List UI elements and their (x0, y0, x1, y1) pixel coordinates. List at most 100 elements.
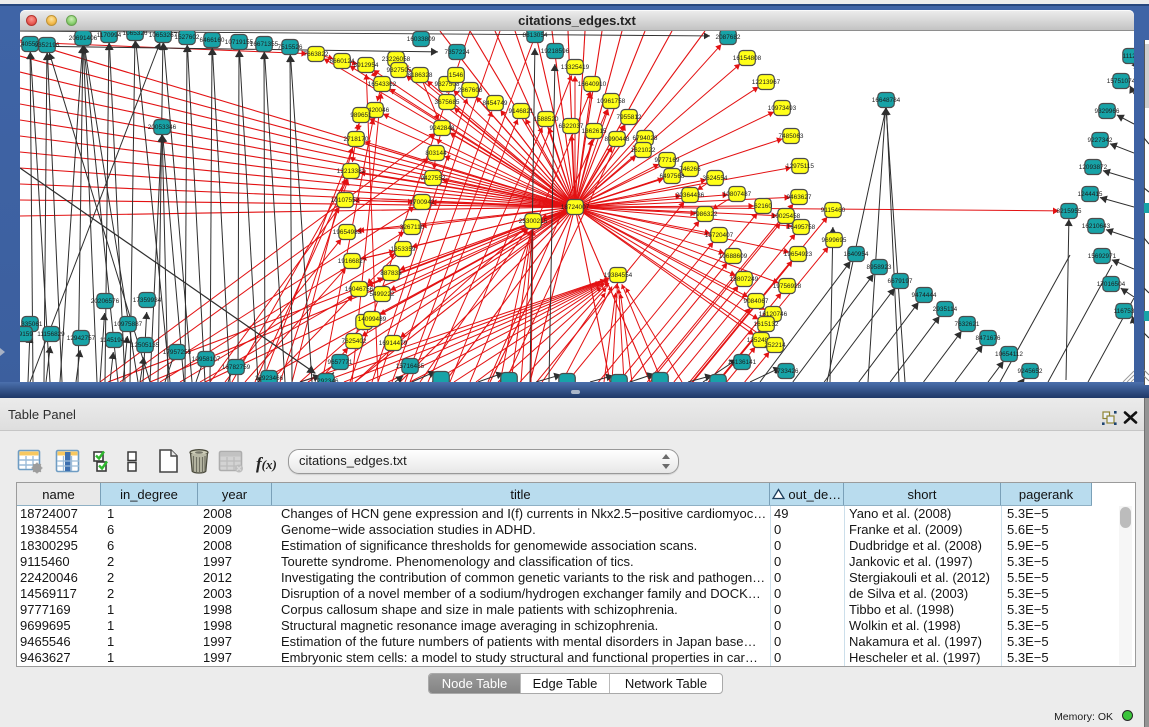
svg-text:19218596: 19218596 (541, 48, 570, 55)
svg-text:19166827: 19166827 (338, 258, 367, 265)
svg-text:1353359: 1353359 (391, 246, 416, 253)
svg-text:13325419: 13325419 (561, 64, 590, 71)
svg-text:8454749: 8454749 (483, 100, 508, 107)
svg-text:10688609: 10688609 (719, 253, 748, 260)
svg-text:2935114: 2935114 (933, 306, 958, 313)
svg-text:6679197: 6679197 (888, 278, 913, 285)
svg-text:18724007: 18724007 (561, 204, 590, 211)
svg-text:7625402: 7625402 (342, 338, 367, 345)
svg-text:9352196: 9352196 (35, 42, 60, 49)
svg-text:8471676: 8471676 (976, 335, 1001, 342)
svg-text:7357224: 7357224 (445, 49, 470, 56)
svg-text:12213382: 12213382 (337, 168, 366, 175)
svg-text:8813054: 8813054 (523, 32, 548, 39)
svg-text:1640954: 1640954 (844, 251, 869, 258)
svg-text:8912954: 8912954 (354, 62, 379, 69)
svg-text:19756928: 19756928 (773, 283, 802, 290)
svg-text:1065326: 1065326 (123, 31, 148, 37)
svg-text:6322037: 6322037 (559, 123, 584, 130)
svg-text:9245652: 9245652 (1018, 368, 1043, 375)
svg-text:12093872: 12093872 (1079, 164, 1108, 171)
svg-text:746266: 746266 (679, 166, 701, 173)
svg-text:16154808: 16154808 (733, 55, 762, 62)
svg-text:19654983: 19654983 (333, 229, 362, 236)
svg-text:20053346: 20053346 (148, 124, 177, 131)
svg-text:20206576: 20206576 (91, 298, 120, 305)
svg-text:11123: 11123 (1123, 53, 1134, 60)
svg-text:887833: 887833 (380, 270, 402, 277)
svg-text:16210643: 16210643 (1082, 223, 1111, 230)
svg-text:7485063: 7485063 (779, 133, 804, 140)
svg-text:6497568: 6497568 (660, 173, 685, 180)
svg-text:9329966: 9329966 (1095, 108, 1120, 115)
svg-text:8990448: 8990448 (605, 136, 630, 143)
svg-text:7955812: 7955812 (617, 114, 642, 121)
svg-text:16495758: 16495758 (787, 224, 816, 231)
svg-text:7515526: 7515526 (278, 44, 303, 51)
svg-text:1546: 1546 (449, 72, 464, 79)
svg-text:20691406: 20691406 (69, 35, 98, 42)
svg-text:6466160: 6466160 (200, 37, 225, 44)
svg-text:9657771: 9657771 (328, 359, 353, 366)
svg-text:17359934: 17359934 (133, 297, 162, 304)
svg-text:10807487: 10807487 (723, 191, 752, 198)
svg-text:11451941: 11451941 (100, 337, 128, 344)
svg-text:9227342: 9227342 (1088, 137, 1113, 144)
svg-text:10961758: 10961758 (597, 98, 626, 105)
svg-text:9146821: 9146821 (509, 108, 534, 115)
svg-text:17016504: 17016504 (1097, 281, 1126, 288)
svg-text:18807249: 18807249 (730, 276, 759, 283)
svg-text:8660124: 8660124 (330, 58, 355, 65)
svg-text:9115460: 9115460 (821, 207, 846, 214)
svg-text:10654112: 10654112 (995, 351, 1023, 358)
svg-text:16648784: 16648784 (872, 97, 901, 104)
svg-text:12942757: 12942757 (67, 335, 96, 342)
svg-text:9084067: 9084067 (744, 298, 769, 305)
svg-text:20364436: 20364436 (676, 192, 705, 199)
svg-text:10973493: 10973493 (768, 105, 797, 112)
svg-text:7632621: 7632621 (955, 321, 980, 328)
svg-text:10653267: 10653267 (149, 32, 178, 39)
svg-text:5499222: 5499222 (370, 291, 395, 298)
svg-text:1527602: 1527602 (175, 34, 200, 41)
svg-text:1170994: 1170994 (97, 32, 122, 39)
svg-text:7663822: 7663822 (304, 51, 329, 58)
svg-text:7986322: 7986322 (693, 211, 718, 218)
svg-text:17957255: 17957255 (163, 349, 192, 356)
svg-text:989651: 989651 (350, 112, 372, 119)
svg-text:8186328: 8186328 (408, 72, 433, 79)
svg-text:14099489: 14099489 (358, 316, 387, 323)
svg-text:8215955: 8215955 (1057, 208, 1082, 215)
svg-text:1615132: 1615132 (754, 321, 779, 328)
svg-text:62160: 62160 (754, 203, 772, 210)
svg-text:15692971: 15692971 (1088, 253, 1117, 260)
svg-text:16640910: 16640910 (578, 81, 607, 88)
svg-text:15751074: 15751074 (1107, 78, 1134, 85)
svg-text:9777169: 9777169 (655, 157, 680, 164)
svg-text:1700942: 1700942 (410, 199, 435, 206)
svg-text:12975115: 12975115 (786, 163, 814, 170)
svg-text:16671355: 16671355 (250, 41, 279, 48)
svg-text:10975887: 10975887 (114, 321, 143, 328)
svg-text:1588520: 1588520 (534, 116, 559, 123)
svg-text:12505135: 12505135 (131, 342, 160, 349)
svg-text:2718170: 2718170 (344, 136, 369, 143)
svg-text:3624554: 3624554 (703, 175, 728, 182)
svg-text:252214: 252214 (764, 342, 786, 349)
svg-text:14136141: 14136141 (728, 359, 757, 366)
svg-text:10958107: 10958107 (192, 356, 221, 363)
svg-text:3267110: 3267110 (400, 224, 425, 231)
svg-text:16782759: 16782759 (222, 364, 251, 371)
svg-text:1621022: 1621022 (631, 147, 656, 154)
svg-text:1362615: 1362615 (582, 128, 607, 135)
svg-text:16914479: 16914479 (379, 340, 408, 347)
svg-text:9699695: 9699695 (822, 237, 847, 244)
svg-text:9427552: 9427552 (421, 175, 446, 182)
svg-text:10107552: 10107552 (331, 197, 360, 204)
svg-text:6794028: 6794028 (633, 135, 658, 142)
svg-text:25300215: 25300215 (519, 218, 548, 225)
svg-text:19654923: 19654923 (784, 251, 813, 258)
svg-text:16543362: 16543362 (368, 81, 397, 88)
svg-text:15720407: 15720407 (705, 232, 734, 239)
svg-text:15716485: 15716485 (396, 363, 425, 370)
